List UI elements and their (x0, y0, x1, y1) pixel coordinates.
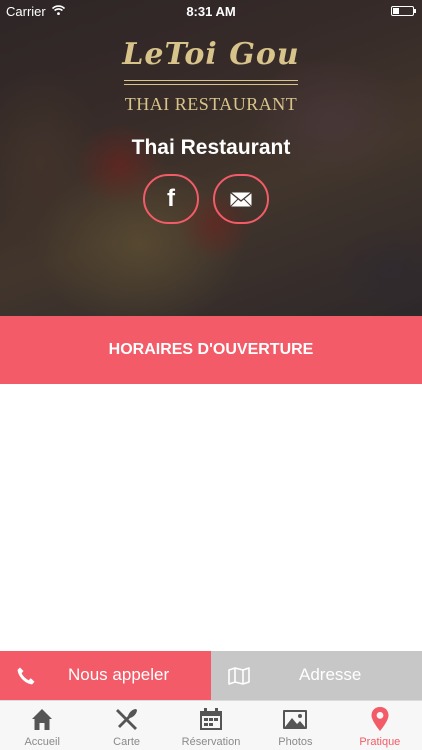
tab-carte[interactable]: Carte (84, 701, 168, 750)
call-button-label: Nous appeler (68, 665, 170, 684)
tab-accueil[interactable]: Accueil (0, 701, 84, 750)
phone-icon (17, 667, 35, 685)
logo-script-text: LeToi Gou (122, 37, 300, 72)
call-button[interactable]: Nous appeler (0, 651, 211, 700)
restaurant-logo: LeToi Gou THAI RESTAURANT (120, 38, 302, 118)
address-button[interactable]: Adresse (211, 651, 422, 700)
opening-hours-content (0, 384, 422, 651)
logo-divider (124, 80, 298, 88)
tab-label: Réservation (181, 736, 241, 748)
status-time: 8:31 AM (186, 4, 236, 19)
location-pin-icon (371, 707, 389, 731)
logo-subtitle: THAI RESTAURANT (124, 94, 298, 114)
tab-label: Photos (278, 736, 313, 748)
tab-label: Pratique (359, 736, 401, 748)
tab-bar: Accueil Carte Réservation Photos Pratiqu… (0, 700, 422, 750)
home-icon (32, 709, 53, 730)
hero-banner: Carrier 8:31 AM LeToi Gou THAI RESTAURAN… (0, 0, 422, 316)
tab-label: Carte (113, 736, 141, 748)
map-icon (228, 667, 250, 685)
address-button-label: Adresse (299, 665, 362, 684)
tab-reservation[interactable]: Réservation (169, 701, 253, 750)
facebook-icon: f (167, 185, 175, 212)
utensils-icon (115, 709, 137, 730)
restaurant-title: Thai Restaurant (131, 136, 291, 159)
photos-icon (283, 710, 308, 729)
facebook-button[interactable]: f (143, 174, 199, 224)
status-bar: Carrier 8:31 AM (0, 0, 422, 22)
tab-photos[interactable]: Photos (253, 701, 337, 750)
tab-pratique[interactable]: Pratique (338, 701, 422, 750)
calendar-icon (200, 708, 223, 730)
envelope-icon (230, 191, 252, 207)
battery-icon (391, 6, 416, 16)
opening-hours-header: HORAIRES D'OUVERTURE (0, 316, 422, 384)
tab-label: Accueil (24, 736, 60, 748)
email-button[interactable] (213, 174, 269, 224)
